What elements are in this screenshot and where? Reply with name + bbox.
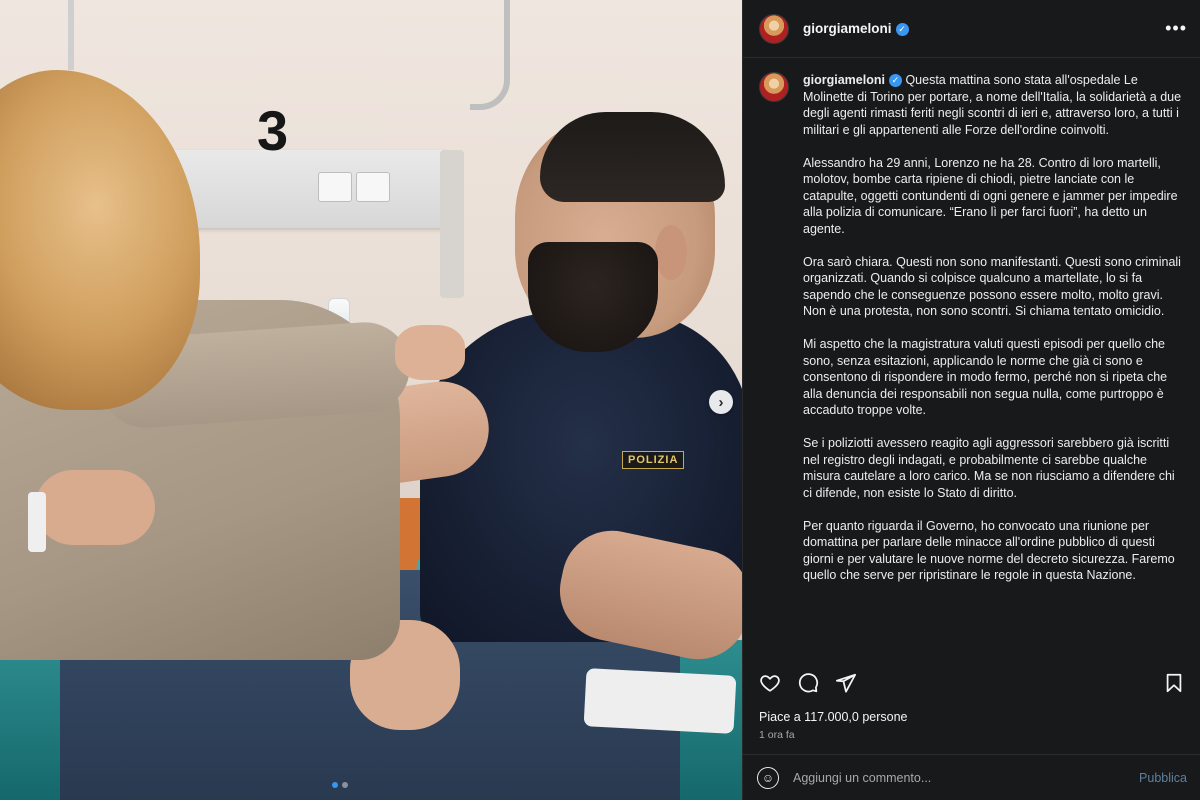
caption-avatar[interactable] [759, 72, 789, 102]
police-badge: POLIZIA [622, 451, 685, 469]
caption-paragraph: Se i poliziotti avessero reagito agli ag… [803, 436, 1175, 500]
caption-paragraph: Alessandro ha 29 anni, Lorenzo ne ha 28.… [803, 155, 1178, 236]
emoji-icon[interactable]: ☺ [757, 766, 779, 789]
verified-icon: ✓ [895, 23, 909, 36]
caption-row: giorgiameloni ✓ Questa mattina sono stata… [759, 72, 1185, 600]
save-button[interactable] [1159, 668, 1189, 698]
post-timestamp[interactable]: 1 ora fa [759, 729, 795, 741]
sleeve-cuff [28, 492, 46, 552]
carousel-dots [332, 782, 348, 788]
caption-paragraph: Mi aspetto che la magistratura valuti qu… [803, 337, 1168, 417]
power-socket [318, 172, 352, 202]
post-sidebar: giorgiameloni ✓ ••• giorgiameloni ✓ Questa… [742, 0, 1200, 800]
comment-button[interactable] [793, 668, 823, 698]
post-photo[interactable]: 3 POLIZIA › [0, 0, 742, 800]
like-button[interactable] [755, 668, 785, 698]
ceiling-lamp-arm [470, 0, 510, 110]
share-button[interactable] [831, 668, 861, 698]
caption-area: giorgiameloni ✓ Questa mattina sono stata… [743, 58, 1200, 660]
caption-paragraph: Ora sarò chiara. Questi non sono manifes… [803, 254, 1181, 302]
instagram-post-modal: 3 POLIZIA › giorgiameloni ✓ ••• giorgiam… [0, 0, 1200, 800]
caption-username[interactable]: giorgiameloni ✓ [803, 73, 902, 87]
caption-text: giorgiameloni ✓ Questa mattina sono stata… [803, 72, 1183, 600]
iv-pole [68, 0, 74, 70]
share-icon [835, 673, 857, 693]
woman-hair [0, 70, 200, 410]
verified-icon: ✓ [888, 73, 902, 87]
comment-icon [798, 673, 819, 693]
caption-paragraph: Non è una protesta, non sono scontri. Si… [803, 304, 1165, 318]
man-hair [540, 112, 725, 202]
likes-count[interactable]: Piace a 117.000,0 persone [759, 710, 908, 724]
heart-icon [760, 675, 780, 692]
wall-fixture [440, 150, 464, 298]
carousel-next-button[interactable]: › [709, 390, 733, 414]
handshake [35, 470, 155, 545]
username-text: giorgiameloni [803, 21, 892, 36]
caption-paragraph: Per quanto riguarda il Governo, ho convo… [803, 518, 1175, 583]
bed-number: 3 [257, 99, 289, 162]
comment-input[interactable] [793, 770, 1130, 785]
bandage [583, 668, 737, 734]
carousel-dot [342, 782, 348, 788]
comment-bar: ☺ Pubblica [743, 754, 1200, 800]
man-beard [528, 242, 658, 352]
woman-hand [395, 325, 465, 380]
more-icon[interactable]: ••• [1165, 18, 1187, 39]
action-bar [743, 662, 1200, 704]
username-link[interactable]: giorgiameloni ✓ [803, 21, 909, 36]
man-ear [655, 225, 687, 280]
avatar[interactable] [759, 13, 789, 44]
caption-paragraph: giorgiameloni ✓ Questa mattina sono stata… [803, 73, 1182, 137]
post-header: giorgiameloni ✓ ••• [743, 0, 1200, 58]
carousel-dot-active [332, 782, 338, 788]
bookmark-icon [1166, 673, 1182, 693]
publish-button[interactable]: Pubblica [1139, 771, 1187, 785]
power-socket [356, 172, 390, 202]
